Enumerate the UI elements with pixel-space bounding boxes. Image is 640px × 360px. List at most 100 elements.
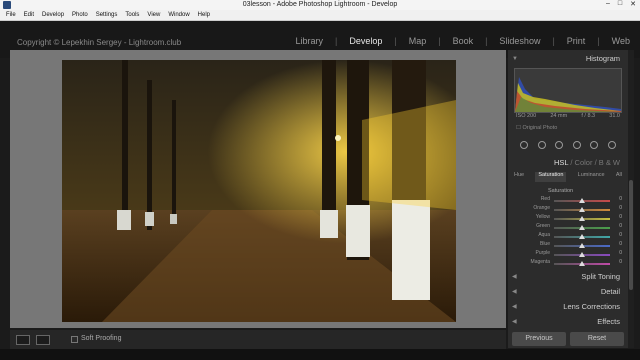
module-slideshow[interactable]: Slideshow: [499, 36, 540, 46]
module-web[interactable]: Web: [612, 36, 630, 46]
slider-knob[interactable]: [579, 252, 585, 257]
slider-value[interactable]: 0: [619, 241, 622, 247]
slider-value[interactable]: 0: [619, 196, 622, 202]
soft-proofing-checkbox[interactable]: [71, 336, 78, 343]
slider-label: Blue: [539, 241, 550, 247]
collapse-triangle-icon: ▼: [512, 56, 518, 62]
detail-title: Detail: [600, 287, 620, 296]
slider-knob[interactable]: [579, 261, 585, 266]
red-eye-icon[interactable]: [555, 141, 564, 149]
menu-photo[interactable]: Photo: [72, 12, 88, 18]
slider-row-red: Red 0: [514, 196, 622, 205]
adjustment-brush-icon[interactable]: [607, 141, 616, 149]
shutter-value: 31.0: [609, 113, 620, 119]
slider-knob[interactable]: [579, 225, 585, 230]
right-panel-scrollbar[interactable]: [628, 50, 634, 348]
original-photo-toggle[interactable]: ☐ Original Photo: [516, 125, 557, 131]
reset-button[interactable]: Reset: [570, 332, 624, 346]
menu-file[interactable]: File: [6, 12, 16, 18]
module-separator: |: [394, 36, 397, 46]
window-controls: – □ ✕: [606, 0, 636, 8]
slider-value[interactable]: 0: [619, 250, 622, 256]
hsl-tab[interactable]: HSL: [554, 158, 568, 167]
slider-value[interactable]: 0: [619, 232, 622, 238]
module-print[interactable]: Print: [567, 36, 586, 46]
tab-hue[interactable]: Hue: [514, 172, 524, 182]
menu-window[interactable]: Window: [168, 12, 189, 18]
tab-saturation[interactable]: Saturation: [535, 172, 567, 182]
slider-label: Purple: [535, 250, 550, 256]
bw-tab[interactable]: B & W: [599, 158, 620, 167]
minimize-button[interactable]: –: [606, 0, 610, 8]
module-book[interactable]: Book: [453, 36, 474, 46]
module-map[interactable]: Map: [409, 36, 427, 46]
spot-removal-icon[interactable]: [537, 141, 546, 149]
slider-label: Green: [536, 223, 550, 229]
module-separator: |: [552, 36, 555, 46]
histogram-chart[interactable]: [514, 68, 622, 113]
graduated-filter-icon[interactable]: [572, 141, 581, 149]
expand-triangle-icon: ◀: [512, 304, 517, 310]
previous-button[interactable]: Previous: [512, 332, 566, 346]
menu-edit[interactable]: Edit: [24, 12, 34, 18]
menu-develop[interactable]: Develop: [42, 12, 64, 18]
before-after-button[interactable]: [36, 335, 50, 345]
night-park-alley-image: [62, 60, 456, 322]
slider-knob[interactable]: [579, 198, 585, 203]
module-picker: Library | Develop | Map | Book | Slidesh…: [295, 36, 630, 46]
expand-triangle-icon: ◀: [512, 274, 517, 280]
detail-header[interactable]: ◀ Detail: [508, 285, 628, 299]
slider-knob[interactable]: [579, 234, 585, 239]
slider-value[interactable]: 0: [619, 259, 622, 265]
tab-all[interactable]: All: [616, 172, 622, 182]
iso-value: ISO 200: [516, 113, 537, 119]
loupe-view-button[interactable]: [16, 335, 30, 345]
menu-settings[interactable]: Settings: [96, 12, 118, 18]
menu-bar: File Edit Develop Photo Settings Tools V…: [0, 10, 640, 21]
slider-row-magenta: Magenta 0: [514, 259, 622, 268]
histogram-graph: [515, 77, 621, 112]
tab-luminance[interactable]: Luminance: [578, 172, 605, 182]
slider-knob[interactable]: [579, 207, 585, 212]
close-button[interactable]: ✕: [630, 0, 636, 8]
radial-filter-icon[interactable]: [590, 141, 599, 149]
scrollbar-thumb[interactable]: [629, 180, 633, 290]
filmstrip-bar: [0, 349, 640, 360]
develop-toolbar: Soft Proofing: [10, 329, 506, 349]
slider-value[interactable]: 0: [619, 214, 622, 220]
identity-plate: Copyright © Lepekhin Sergey - Lightroom.…: [17, 38, 182, 47]
crop-tool-icon[interactable]: [520, 141, 528, 149]
slider-knob[interactable]: [579, 216, 585, 221]
hsl-header[interactable]: HSL / Color / B & W: [508, 156, 628, 170]
module-library[interactable]: Library: [295, 36, 323, 46]
menu-tools[interactable]: Tools: [125, 12, 139, 18]
exif-info: ISO 200 24 mm f / 8.3 31.0: [516, 113, 620, 119]
maximize-button[interactable]: □: [618, 0, 622, 8]
slider-label: Orange: [533, 205, 550, 211]
menu-help[interactable]: Help: [198, 12, 210, 18]
split-toning-header[interactable]: ◀ Split Toning: [508, 270, 628, 284]
slider-row-purple: Purple 0: [514, 250, 622, 259]
slider-knob[interactable]: [579, 243, 585, 248]
split-toning-title: Split Toning: [581, 272, 620, 281]
slider-label: Red: [540, 196, 550, 202]
aperture-value: f / 8.3: [581, 113, 596, 119]
window-title: 03lesson - Adobe Photoshop Lightroom - D…: [242, 1, 398, 8]
slider-label: Aqua: [538, 232, 550, 238]
effects-header[interactable]: ◀ Effects: [508, 315, 628, 329]
slider-value[interactable]: 0: [619, 205, 622, 211]
histogram-header[interactable]: ▼ Histogram: [508, 52, 628, 66]
slider-row-green: Green 0: [514, 223, 622, 232]
color-tab[interactable]: Color: [575, 158, 593, 167]
focal-length-value: 24 mm: [550, 113, 568, 119]
slider-row-yellow: Yellow 0: [514, 214, 622, 223]
module-separator: |: [485, 36, 488, 46]
slider-label: Yellow: [535, 214, 550, 220]
lens-corrections-header[interactable]: ◀ Lens Corrections: [508, 300, 628, 314]
module-develop[interactable]: Develop: [349, 36, 382, 46]
menu-view[interactable]: View: [147, 12, 160, 18]
slider-label: Magenta: [530, 259, 550, 265]
saturation-group-label: Saturation: [548, 188, 574, 194]
slider-value[interactable]: 0: [619, 223, 622, 229]
photo-preview[interactable]: [62, 60, 456, 322]
